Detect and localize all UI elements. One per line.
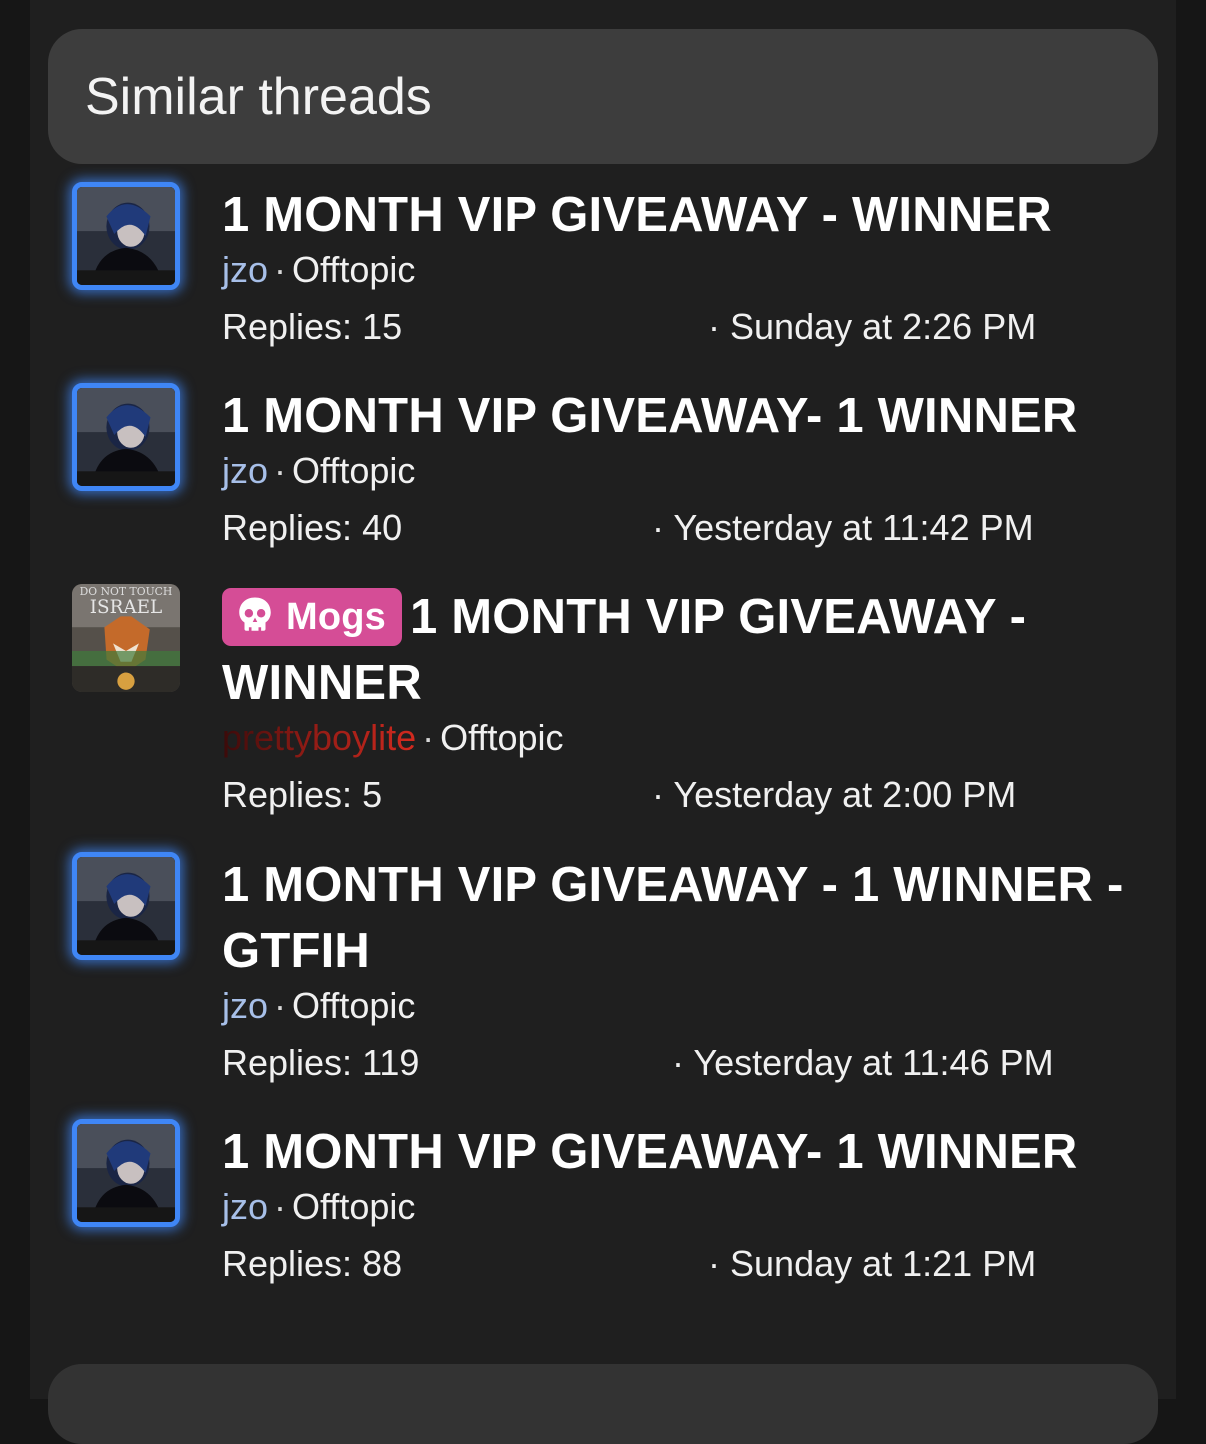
thread-date-text: Yesterday at 11:46 PM [693, 1042, 1054, 1083]
thread-title[interactable]: 1 MONTH VIP GIVEAWAY- 1 WINNER [222, 383, 1132, 449]
thread-stats: Replies: 119 · Yesterday at 11:46 PM [222, 1041, 1132, 1089]
thread-date: · Yesterday at 11:46 PM [672, 1041, 1054, 1085]
meta-separator: · [708, 306, 720, 347]
thread-replies: Replies: 5 [222, 774, 383, 815]
thread-title[interactable]: 1 MONTH VIP GIVEAWAY- 1 WINNER [222, 1119, 1132, 1185]
thread-date: · Yesterday at 2:00 PM [652, 773, 1016, 817]
meta-separator: · [652, 774, 664, 815]
user-avatar-icon[interactable]: DO NOT TOUCH ISRAEL [72, 584, 180, 692]
avatar-caption-main: ISRAEL [90, 597, 163, 618]
thread-prefix-badge[interactable]: Mogs [222, 588, 403, 646]
user-avatar-icon[interactable] [72, 383, 180, 491]
meta-separator: · [274, 249, 287, 290]
user-avatar-icon[interactable] [72, 852, 180, 960]
thread-date-text: Yesterday at 2:00 PM [673, 774, 1017, 815]
thread-title-line: Mogs 1 MONTH VIP GIVEAWAY - WINNER [222, 584, 1132, 716]
thread-date-text: Yesterday at 11:42 PM [673, 507, 1034, 548]
thread-replies: Replies: 40 [222, 507, 403, 548]
thread-author[interactable]: jzo [222, 450, 268, 491]
thread-forum[interactable]: Offtopic [292, 985, 415, 1026]
meta-separator: · [708, 1243, 720, 1284]
thread-date-text: Sunday at 2:26 PM [730, 306, 1037, 347]
thread-author[interactable]: jzo [222, 1186, 268, 1227]
meta-separator: · [274, 985, 287, 1026]
thread-replies: Replies: 119 [222, 1042, 420, 1083]
thread-replies: Replies: 88 [222, 1243, 403, 1284]
thread-stats: Replies: 40 · Yesterday at 11:42 PM [222, 506, 1132, 554]
thread-stats: Replies: 15 · Sunday at 2:26 PM [222, 305, 1132, 353]
meta-separator: · [274, 1186, 287, 1227]
thread-stats: Replies: 5 · Yesterday at 2:00 PM [222, 773, 1132, 821]
thread-author[interactable]: jzo [222, 249, 268, 290]
panel-title: Similar threads [85, 68, 432, 126]
meta-separator: · [652, 507, 664, 548]
avatar-caption-top: DO NOT TOUCH [80, 585, 173, 598]
meta-separator: · [274, 450, 287, 491]
thread-date-text: Sunday at 1:21 PM [730, 1243, 1037, 1284]
thread-title[interactable]: 1 MONTH VIP GIVEAWAY - WINNER [222, 182, 1132, 248]
panel-header: Similar threads [48, 29, 1158, 164]
skull-icon [239, 597, 271, 631]
meta-separator: · [422, 717, 435, 758]
similar-threads-panel: Similar threads 1 MONTH VIP GIVEAWAY - W… [30, 0, 1176, 1444]
thread-forum[interactable]: Offtopic [440, 717, 563, 758]
thread-meta: jzo · Offtopic [222, 984, 1132, 1028]
thread-date: · Yesterday at 11:42 PM [652, 506, 1034, 550]
thread-meta: jzo · Offtopic [222, 1185, 1132, 1229]
thread-title[interactable]: 1 MONTH VIP GIVEAWAY - 1 WINNER - GTFIH [222, 852, 1132, 984]
thread-meta: jzo · Offtopic [222, 248, 1132, 292]
meta-separator: · [672, 1042, 684, 1083]
thread-meta: prettyboylite · Offtopic [222, 716, 1132, 760]
thread-forum[interactable]: Offtopic [292, 450, 415, 491]
thread-replies: Replies: 15 [222, 306, 403, 347]
next-section-header [48, 1364, 1158, 1444]
thread-forum[interactable]: Offtopic [292, 1186, 415, 1227]
user-avatar-icon[interactable] [72, 1119, 180, 1227]
thread-meta: jzo · Offtopic [222, 449, 1132, 493]
thread-date: · Sunday at 2:26 PM [708, 305, 1036, 349]
prefix-label: Mogs [286, 596, 387, 638]
thread-stats: Replies: 88 · Sunday at 1:21 PM [222, 1242, 1132, 1290]
thread-author[interactable]: prettyboylite [222, 717, 416, 758]
thread-date: · Sunday at 1:21 PM [708, 1242, 1036, 1286]
thread-forum[interactable]: Offtopic [292, 249, 415, 290]
user-avatar-icon[interactable] [72, 182, 180, 290]
thread-author[interactable]: jzo [222, 985, 268, 1026]
